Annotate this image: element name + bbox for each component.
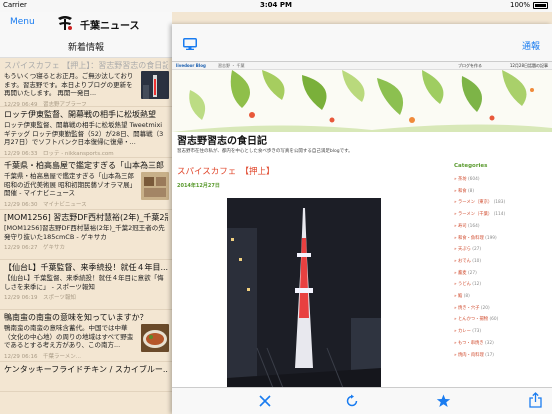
blog-title[interactable]: 習志野習志の食日記 [177,132,267,147]
item-body: 【仙台L】千葉監督、来季続投！就任４年目に意欲「悔しさを来季に」 - スポーツ報… [4,274,164,291]
item-meta: 12/29 06:33 ロッテ - nikkansports.com [4,150,114,157]
category-link[interactable]: » ラーメン（千葉） (114) [454,209,550,221]
item-title: スパイスカフェ 【押上】：習志野習志の食日記 [4,61,168,70]
list-item[interactable]: 【仙台L】千葉監督、来季続投！就任４年目... 【仙台L】千葉監督、来季続投！就… [0,260,172,310]
item-title: ロッテ伊東監督、開幕戦の相手に松坂熱望 [4,110,156,119]
item-body: 鴨南蛮の南蛮の意味含蓄代。中国では中華（文化の中心地）の周りの地域はすべて野蛮で… [4,324,134,349]
blog-subtitle: 習志野市在住の私が、都内を中心とした食べ歩きの写真を公開する自己満足blogです… [177,149,353,154]
list-item[interactable]: 千葉県・柏高島屋で鑑定すぎる「山本為三郎 千葉県・柏高島屋で鑑定すぎる「山本為三… [0,158,172,210]
share-icon[interactable] [529,392,542,408]
reload-icon[interactable] [345,394,359,408]
item-meta: 12/29 06:16 千葉ラーメン... [4,353,81,360]
item-title: [MOM1256] 習志野DF西村慧裕(2年)_千葉2冠... [4,213,168,222]
app-title: 千葉ニュース [80,21,140,32]
item-body: 千葉県・柏高島屋で鑑定すぎる「山本為三郎 昭和の近代美術展 昭和初期民藝ゾオラマ… [4,172,137,197]
battery-icon [533,2,548,9]
close-icon[interactable] [258,394,272,408]
list-item[interactable]: ロッテ伊東監督、開幕戦の相手に松坂熱望 ロッテ伊東監督、開幕戦の相手に松坂熱望 … [0,107,172,158]
blog-webview: livedoor Blog 習志野 ・ 千葉 ブログを作る 12月28日話題の記… [172,62,552,387]
category-link[interactable]: » 寿司 (164) [454,221,550,233]
article-panel: 通報 livedoor Blog 習志野 ・ 千葉 ブログを作る 12月28日話… [172,24,552,414]
blog-topbar: livedoor Blog 習志野 ・ 千葉 ブログを作る 12月28日話題の記… [172,62,552,70]
item-meta: 12/29 06:27 ゲキサカ [4,245,65,251]
battery-percentage: 100% [509,1,530,9]
blog-nav[interactable]: 習志野 ・ 千葉 [218,63,245,69]
category-link[interactable]: » 和食・魚料理 (199) [454,233,550,245]
category-link[interactable]: » 茶坊 (604) [454,174,550,186]
trending-link[interactable]: 12月28日話題の記事 [510,63,548,69]
report-button[interactable]: 通報 [522,39,540,52]
category-link[interactable]: » とんかつ・揚物 (60) [454,314,550,326]
category-link[interactable]: » おでん (10) [454,256,550,268]
article-toolbar: 通報 [172,24,552,62]
category-link[interactable]: » カレー (73) [454,326,550,338]
bottom-toolbar [172,387,552,414]
categories-title: Categories [454,163,488,169]
post-date: 2014年12月27日 [177,183,220,189]
item-title: 【仙台L】千葉監督、来季続投！就任４年目... [4,263,168,272]
star-icon[interactable] [436,394,451,408]
item-meta: 12/29 06:19 スポーツ報知 [4,295,76,301]
item-title: 鴨南蛮の南蛮の意味を知っていますか？ [4,313,148,322]
museum-thumbnail [141,172,169,200]
item-body: [MOM1256]習志野DF西村慧裕(2年)_千葉2冠王者の先発守り抜いた185… [4,224,165,241]
list-item[interactable]: ケンタッキーフライドチキン / スカイブルー... [0,362,172,392]
category-link[interactable]: » 焼き・穴子 (20) [454,303,550,315]
category-link[interactable]: » もつ・串焼き (32) [454,338,550,350]
category-link[interactable]: » 和食 (8) [454,186,550,198]
create-blog-link[interactable]: ブログを作る [458,63,482,69]
app-logo-icon [58,16,72,30]
category-link[interactable]: » ラーメン（東京） (183) [454,197,550,209]
menu-button[interactable]: Menu [10,17,35,27]
categories-sidebar: Categories » 茶坊 (604) » 和食 (8) » ラーメン（東京… [454,163,550,361]
status-time: 3:04 PM [260,1,292,9]
category-link[interactable]: » 鮨 (8) [454,291,550,303]
monitor-icon[interactable] [183,38,197,50]
category-link[interactable]: » 天ぷら (27) [454,244,550,256]
section-title: 新着情報 [67,43,104,53]
list-item[interactable]: スパイスカフェ 【押上】：習志野習志の食日記 もういくつ寝るとお正月。ご無沙汰し… [0,58,172,108]
category-link[interactable]: » 焼肉・肉料理 (17) [454,350,550,362]
item-body: もういくつ寝るとお正月。ご無沙汰しております。習志野です。本日よりブログの更新を… [4,72,134,97]
item-title: 千葉県・柏高島屋で鑑定すぎる「山本為三郎 [4,161,164,170]
list-item[interactable]: 鴨南蛮の南蛮の意味を知っていますか？ 鴨南蛮の南蛮の意味含蓄代。中国では中華（文… [0,310,172,362]
blog-banner-illustration [172,70,552,132]
status-bar: Carrier 3:04 PM 100% [0,0,552,12]
left-header: Menu 千葉ニュース 新着情報 [0,12,172,58]
news-list: スパイスカフェ 【押上】：習志野習志の食日記 もういくつ寝るとお正月。ご無沙汰し… [0,58,172,392]
item-body: ロッテ伊東監督、開幕戦の相手に松坂熱望 Tweetmixiギテッグ ロッテ伊東勤… [4,121,164,146]
blog-brand[interactable]: livedoor Blog [176,63,206,68]
news-list-panel: Menu 千葉ニュース 新着情報 スパイスカフェ 【押上】：習志野習志の食日記 … [0,12,172,414]
item-title: ケンタッキーフライドチキン / スカイブルー... [4,365,168,374]
category-link[interactable]: » 蕎麦 (27) [454,268,550,280]
category-link[interactable]: » うどん (12) [454,279,550,291]
post-title[interactable]: スパイスカフェ 【押上】 [177,165,275,177]
skytree-photo[interactable] [227,198,381,387]
item-meta: 12/29 06:30 マイナビニュース [4,201,87,208]
food-thumbnail [141,324,169,352]
tower-thumbnail [141,71,169,99]
list-item[interactable]: [MOM1256] 習志野DF西村慧裕(2年)_千葉2冠... [MOM1256… [0,210,172,260]
